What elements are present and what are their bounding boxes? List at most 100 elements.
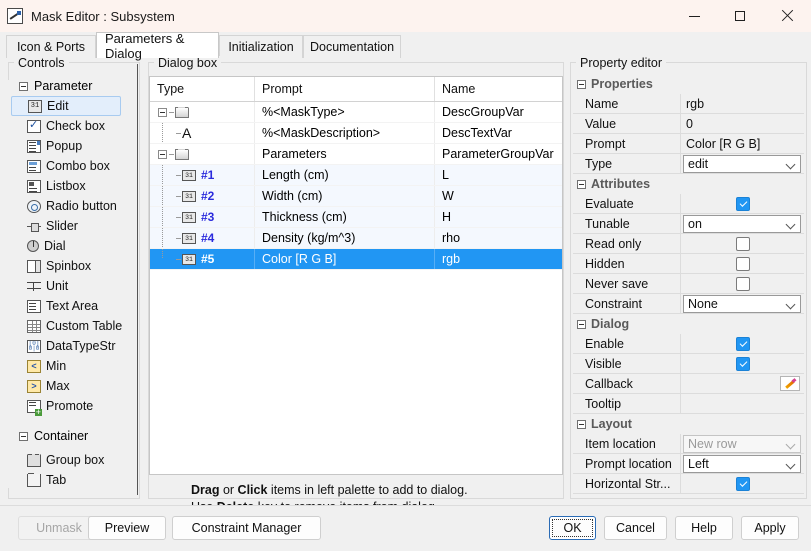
table-row[interactable]: 31 #2 Width (cm) W	[150, 186, 562, 207]
tab-icon-and-ports[interactable]: Icon & Ports	[6, 35, 96, 58]
palette-item-listbox[interactable]: Listbox	[9, 176, 127, 196]
table-row[interactable]: Parameters ParameterGroupVar	[150, 144, 562, 165]
tab-documentation[interactable]: Documentation	[303, 35, 401, 58]
row-name-cell[interactable]: rho	[435, 228, 562, 248]
property-value-name[interactable]: rgb	[681, 94, 804, 113]
palette-item-label: Combo box	[46, 159, 110, 173]
palette-item-min[interactable]: < Min	[9, 356, 127, 376]
row-prompt-cell[interactable]: Width (cm)	[255, 186, 435, 206]
dialog-box-table[interactable]: Type Prompt Name %<MaskType> DescGroupVa…	[149, 76, 563, 475]
read-only-checkbox[interactable]	[735, 236, 750, 251]
row-name-cell[interactable]: L	[435, 165, 562, 185]
property-section-dialog[interactable]: Dialog	[573, 314, 804, 334]
item-location-dropdown[interactable]: New row	[683, 435, 801, 453]
row-prompt-cell[interactable]: %<MaskType>	[255, 102, 435, 122]
tab-parameters-and-dialog[interactable]: Parameters & Dialog	[96, 31, 219, 61]
simulink-mask-icon	[7, 8, 23, 24]
row-name-cell[interactable]: DescGroupVar	[435, 102, 562, 122]
column-header-type[interactable]: Type	[150, 77, 255, 101]
palette-item-edit[interactable]: 31 Edit	[11, 96, 121, 116]
row-prompt-cell[interactable]: Length (cm)	[255, 165, 435, 185]
help-button[interactable]: Help	[675, 516, 733, 540]
collapse-icon[interactable]	[19, 431, 28, 441]
apply-button[interactable]: Apply	[741, 516, 799, 540]
collapse-icon[interactable]	[19, 81, 28, 91]
palette-item-group-box[interactable]: Group box	[9, 450, 127, 470]
property-label: Name	[573, 94, 681, 113]
prompt-location-dropdown[interactable]: Left	[683, 455, 801, 473]
constraint-dropdown[interactable]: None	[683, 295, 801, 313]
palette-item-spinbox[interactable]: Spinbox	[9, 256, 127, 276]
palette-item-slider[interactable]: Slider	[9, 216, 127, 236]
property-section-properties[interactable]: Properties	[573, 74, 804, 94]
property-row-read-only: Read only	[573, 234, 804, 254]
palette-item-dial[interactable]: Dial	[9, 236, 127, 256]
collapse-icon[interactable]	[158, 107, 167, 117]
close-button[interactable]	[763, 0, 811, 32]
property-value-prompt[interactable]: Color [R G B]	[681, 134, 804, 153]
horizontal-stretch-checkbox[interactable]	[735, 476, 750, 491]
table-row[interactable]: %<MaskType> DescGroupVar	[150, 102, 562, 123]
minimize-button[interactable]	[671, 0, 717, 32]
hidden-checkbox[interactable]	[735, 256, 750, 271]
row-name-cell[interactable]: ParameterGroupVar	[435, 144, 562, 164]
property-section-attributes[interactable]: Attributes	[573, 174, 804, 194]
table-row-selected[interactable]: 31 #5 Color [R G B] rgb	[150, 249, 562, 270]
row-name-cell[interactable]: W	[435, 186, 562, 206]
palette-item-label: Text Area	[46, 299, 99, 313]
collapse-icon[interactable]	[577, 179, 586, 189]
row-prompt-cell[interactable]: Density (kg/m^3)	[255, 228, 435, 248]
property-value-cell	[681, 274, 804, 293]
palette-item-text-area[interactable]: Text Area	[9, 296, 127, 316]
collapse-icon[interactable]	[577, 79, 586, 89]
unit-icon	[27, 280, 41, 293]
palette-item-promote[interactable]: Promote	[9, 396, 127, 416]
enable-checkbox[interactable]	[735, 336, 750, 351]
property-section-layout[interactable]: Layout	[573, 414, 804, 434]
palette-item-popup[interactable]: Popup	[9, 136, 127, 156]
type-dropdown[interactable]: edit	[683, 155, 801, 173]
palette-item-max[interactable]: > Max	[9, 376, 127, 396]
row-name-cell[interactable]: rgb	[435, 249, 562, 269]
callback-editor-button[interactable]	[780, 376, 800, 391]
collapse-icon[interactable]	[577, 419, 586, 429]
palette-item-combo-box[interactable]: Combo box	[9, 156, 127, 176]
constraint-manager-button[interactable]: Constraint Manager	[172, 516, 321, 540]
row-name-cell[interactable]: H	[435, 207, 562, 227]
column-header-prompt[interactable]: Prompt	[255, 77, 435, 101]
property-row-name: Name rgb	[573, 94, 804, 114]
property-value-tooltip[interactable]	[681, 394, 804, 413]
palette-group-parameter[interactable]: Parameter	[9, 76, 127, 96]
property-value-value[interactable]: 0	[681, 114, 804, 133]
row-prompt-cell[interactable]: %<MaskDescription>	[255, 123, 435, 143]
table-row[interactable]: 31 #3 Thickness (cm) H	[150, 207, 562, 228]
never-save-checkbox[interactable]	[735, 276, 750, 291]
row-prompt-cell[interactable]: Color [R G B]	[255, 249, 435, 269]
tunable-dropdown[interactable]: on	[683, 215, 801, 233]
palette-item-check-box[interactable]: Check box	[9, 116, 127, 136]
table-row[interactable]: 31 #4 Density (kg/m^3) rho	[150, 228, 562, 249]
group-icon	[175, 106, 189, 118]
evaluate-checkbox[interactable]	[735, 196, 750, 211]
cancel-button[interactable]: Cancel	[604, 516, 667, 540]
palette-item-label: Popup	[46, 139, 83, 153]
palette-item-data-type-str[interactable]: [0] 0|0 DataTypeStr	[9, 336, 127, 356]
row-prompt-cell[interactable]: Thickness (cm)	[255, 207, 435, 227]
table-row[interactable]: A %<MaskDescription> DescTextVar	[150, 123, 562, 144]
ok-button[interactable]: OK	[549, 516, 596, 540]
palette-item-radio-button[interactable]: Radio button	[9, 196, 127, 216]
tab-initialization[interactable]: Initialization	[219, 35, 303, 58]
collapse-icon[interactable]	[577, 319, 586, 329]
palette-item-custom-table[interactable]: Custom Table	[9, 316, 127, 336]
table-row[interactable]: 31 #1 Length (cm) L	[150, 165, 562, 186]
row-name-cell[interactable]: DescTextVar	[435, 123, 562, 143]
maximize-button[interactable]	[717, 0, 763, 32]
palette-item-unit[interactable]: Unit	[9, 276, 127, 296]
palette-group-container[interactable]: Container	[9, 426, 127, 446]
collapse-icon[interactable]	[158, 149, 167, 159]
row-prompt-cell[interactable]: Parameters	[255, 144, 435, 164]
column-header-name[interactable]: Name	[435, 77, 562, 101]
visible-checkbox[interactable]	[735, 356, 750, 371]
preview-button[interactable]: Preview	[88, 516, 166, 540]
palette-item-tab[interactable]: Tab	[9, 470, 127, 490]
